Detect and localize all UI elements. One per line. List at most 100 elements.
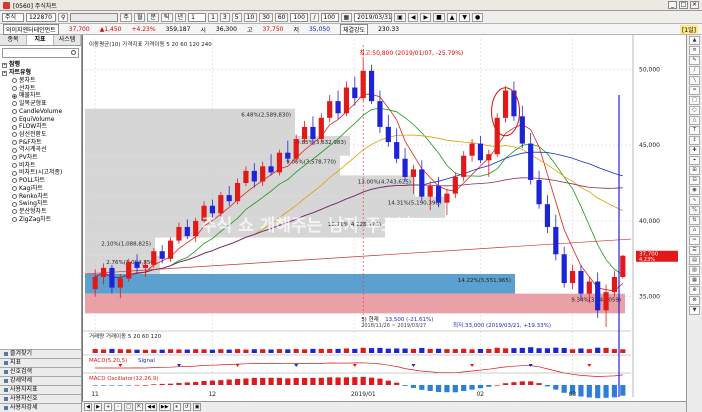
- maximize-button[interactable]: □: [679, 1, 688, 9]
- drawing-tool-icon[interactable]: ◉: [689, 186, 700, 195]
- tool-1-icon[interactable]: ◀: [407, 12, 419, 22]
- panel-section-bar[interactable]: 즐겨찾기: [0, 349, 81, 358]
- period-input[interactable]: 1: [188, 12, 207, 22]
- drawing-tool-icon[interactable]: ═: [689, 86, 700, 95]
- radio-icon[interactable]: [12, 116, 17, 122]
- chart-type-item[interactable]: 비차트(시고저종): [2, 169, 79, 177]
- date-input[interactable]: 2019/03/31: [354, 12, 393, 22]
- drawing-tool-icon[interactable]: ⊗: [689, 296, 700, 305]
- radio-icon[interactable]: [12, 147, 17, 153]
- minute-30-button[interactable]: 30: [259, 12, 273, 22]
- chart-type-item[interactable]: ZigZag차트: [2, 216, 79, 224]
- count-input-2[interactable]: 100: [320, 12, 339, 22]
- drawing-tool-icon[interactable]: /: [689, 66, 700, 75]
- panel-section-bar[interactable]: 신호검색: [0, 367, 81, 376]
- chart-nav-button[interactable]: ▶▶: [158, 403, 171, 411]
- radio-icon[interactable]: [12, 201, 17, 207]
- chart-nav-button[interactable]: ⏸: [172, 403, 181, 411]
- search-code-button[interactable]: ⚲: [58, 12, 69, 22]
- chart-type-item[interactable]: 일목균형표: [2, 100, 79, 108]
- period-year-button[interactable]: 년: [174, 12, 187, 22]
- tree-group-chart-type[interactable]: - 자트유형: [2, 69, 79, 77]
- drawing-tool-icon[interactable]: ☰: [689, 246, 700, 255]
- expand-icon[interactable]: -: [2, 70, 7, 76]
- chart-type-item[interactable]: FLOW차트: [2, 123, 79, 131]
- panel-section-bar[interactable]: 강세약세: [0, 376, 81, 385]
- tool-5-icon[interactable]: ▼: [459, 12, 471, 22]
- tree-group-recent[interactable]: - 참행: [2, 61, 79, 69]
- period-week-button[interactable]: 주: [120, 12, 132, 22]
- minute-60-button[interactable]: 60: [274, 12, 289, 22]
- count-input-1[interactable]: 100: [290, 12, 309, 22]
- chart-nav-button[interactable]: ▶: [94, 403, 102, 411]
- chart-type-item[interactable]: 삼선전환도: [2, 131, 79, 139]
- expand-icon[interactable]: -: [2, 62, 7, 68]
- drawing-tool-icon[interactable]: ⌖: [689, 156, 700, 165]
- chart-type-item[interactable]: 봉차트: [2, 77, 79, 85]
- chart-nav-button[interactable]: ◀◀: [145, 403, 157, 411]
- radio-icon[interactable]: [12, 139, 17, 145]
- drawing-tool-icon[interactable]: △: [689, 116, 700, 125]
- radio-icon[interactable]: [12, 101, 17, 107]
- drawing-tool-icon[interactable]: □: [689, 96, 700, 105]
- tool-3-icon[interactable]: ■: [433, 12, 445, 22]
- drawing-tool-icon[interactable]: ↕: [689, 136, 700, 145]
- period-month-button[interactable]: 월: [133, 12, 146, 22]
- chart-area[interactable]: 6.48%(2,589,830) 9.85%(3,632,983) 9.06%(3,…: [82, 35, 687, 401]
- chart-type-item[interactable]: 분산형차트: [2, 208, 79, 216]
- count-toggle-button[interactable]: /: [310, 12, 319, 22]
- drawing-tool-icon[interactable]: ╲: [689, 76, 700, 85]
- drawing-tool-icon[interactable]: ∿: [689, 196, 700, 205]
- radio-icon[interactable]: [12, 93, 17, 99]
- indicator-search-input[interactable]: [2, 48, 79, 58]
- stock-code-input[interactable]: 122870: [26, 12, 56, 22]
- drawing-tool-icon[interactable]: ▥: [689, 266, 700, 275]
- tab-indicators[interactable]: 지표: [27, 35, 54, 45]
- panel-section-bar[interactable]: 사용자강세: [0, 403, 81, 412]
- radio-icon[interactable]: [12, 163, 17, 169]
- drawing-tool-icon[interactable]: %: [689, 206, 700, 215]
- drawing-tool-icon[interactable]: ✂: [689, 236, 700, 245]
- radio-icon[interactable]: [12, 170, 17, 176]
- panel-section-bar[interactable]: 사용자신호: [0, 394, 81, 403]
- radio-icon[interactable]: [12, 178, 17, 184]
- radio-icon[interactable]: [12, 86, 17, 92]
- drawing-tool-icon[interactable]: ▲: [689, 36, 700, 45]
- radio-icon[interactable]: [12, 155, 17, 161]
- chart-nav-button[interactable]: ⇱: [134, 403, 144, 411]
- radio-icon[interactable]: [12, 186, 17, 192]
- close-button[interactable]: ×: [690, 1, 699, 9]
- radio-icon[interactable]: [12, 209, 17, 215]
- chart-type-item[interactable]: Kagi차트: [2, 185, 79, 193]
- chart-type-item[interactable]: Swing차트: [2, 200, 79, 208]
- tab-system[interactable]: 사스템: [54, 35, 81, 45]
- radio-icon[interactable]: [12, 78, 17, 84]
- chart-type-item[interactable]: 역시계곡선: [2, 146, 79, 154]
- radio-icon[interactable]: [12, 217, 17, 222]
- calendar-icon[interactable]: ▣: [394, 12, 406, 22]
- radio-icon[interactable]: [12, 132, 17, 138]
- radio-icon[interactable]: [12, 193, 17, 199]
- period-tick-button[interactable]: 틱: [161, 12, 173, 22]
- drawing-tool-icon[interactable]: ⇅: [689, 216, 700, 225]
- chart-type-item[interactable]: PV차트: [2, 154, 79, 162]
- tool-4-icon[interactable]: ▲: [446, 12, 458, 22]
- chart-nav-button[interactable]: +: [104, 403, 113, 411]
- drawing-tool-icon[interactable]: ⊕: [689, 286, 700, 295]
- price-chart-svg[interactable]: 6.48%(2,589,830)9.85%(3,632,983)9.06%(3,…: [83, 35, 687, 401]
- drawing-tool-icon[interactable]: T: [689, 126, 700, 135]
- chart-type-item[interactable]: 매물차트: [2, 92, 79, 100]
- chart-nav-button[interactable]: ↺: [182, 403, 191, 411]
- radio-icon[interactable]: [12, 109, 17, 115]
- minute-3-button[interactable]: 3: [219, 12, 230, 22]
- tool-2-icon[interactable]: ▶: [420, 12, 432, 22]
- minimize-button[interactable]: _: [668, 1, 677, 9]
- minute-5-button[interactable]: 5: [231, 12, 242, 22]
- minute-10-button[interactable]: 10: [243, 12, 258, 22]
- grid-icon[interactable]: ▦: [340, 12, 353, 22]
- drawing-tool-icon[interactable]: ▤: [689, 256, 700, 265]
- drawing-tool-icon[interactable]: ⊟: [689, 176, 700, 185]
- minute-1-button[interactable]: 1: [208, 12, 218, 22]
- chart-type-item[interactable]: POLL차트: [2, 177, 79, 185]
- drawing-tool-icon[interactable]: ⌂: [689, 226, 700, 235]
